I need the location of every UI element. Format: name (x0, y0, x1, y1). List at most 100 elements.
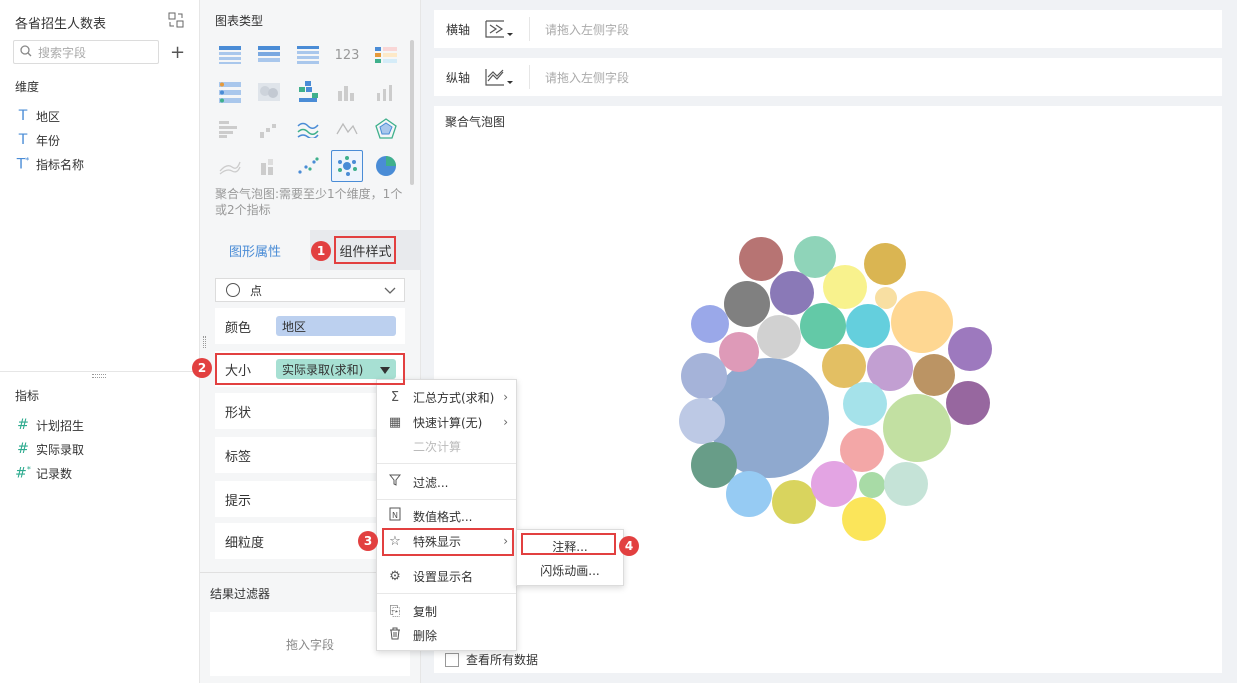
axis-type-icon[interactable] (484, 65, 530, 89)
search-input[interactable]: 搜索字段 (13, 40, 159, 64)
bubble (757, 315, 801, 359)
bubble (681, 353, 727, 399)
bubble (772, 480, 816, 524)
dimension-field-indicator[interactable]: T* 指标名称 (12, 152, 192, 176)
bubble (823, 265, 867, 309)
table-chart-icon[interactable] (214, 39, 246, 71)
mark-type-select[interactable]: 点 (215, 278, 405, 302)
bubble (884, 462, 928, 506)
heat-map-icon[interactable] (292, 76, 324, 108)
metric-field-count[interactable]: #* 记录数 (12, 461, 192, 485)
map-chart-icon[interactable] (253, 76, 285, 108)
menu-item-display-name[interactable]: ⚙ 设置显示名 (377, 564, 516, 588)
view-all-data-checkbox[interactable]: 查看所有数据 (445, 651, 538, 668)
resize-handle[interactable] (92, 374, 106, 378)
color-property[interactable]: 颜色 地区 (215, 308, 405, 344)
number-format-icon: N (377, 507, 413, 525)
switch-dataset-icon[interactable] (168, 12, 184, 28)
x-axis-shelf[interactable]: 横轴 请拖入左侧字段 (434, 10, 1222, 48)
menu-item-filter[interactable]: 过滤... (377, 470, 516, 494)
menu-item-copy[interactable]: ⎘ 复制 (377, 599, 516, 623)
bar-chart-icon[interactable] (370, 76, 402, 108)
menu-item-delete[interactable]: 删除 (377, 623, 516, 647)
checkbox-icon[interactable] (445, 652, 459, 667)
menu-separator (377, 593, 516, 594)
sigma-icon: Σ (390, 389, 400, 405)
search-placeholder: 搜索字段 (38, 45, 87, 60)
dimension-field-region[interactable]: T 地区 (12, 104, 192, 128)
step-badge-2: 2 (192, 358, 212, 378)
copy-icon: ⎘ (389, 603, 401, 619)
area-chart-icon[interactable] (214, 150, 246, 182)
metric-field-actual[interactable]: # 实际录取 (12, 437, 192, 461)
menu-item-number-format[interactable]: N 数值格式... (377, 504, 516, 528)
highlight-component-style (334, 236, 396, 264)
pie-chart-icon[interactable] (370, 150, 402, 182)
bubble (811, 461, 857, 507)
result-filter-label: 结果过滤器 (210, 587, 271, 601)
calculated-text-type-icon: T* (16, 155, 30, 173)
step-badge-1: 1 (311, 241, 331, 261)
aggregate-bubble-icon[interactable] (331, 150, 363, 182)
metric-field-planned[interactable]: # 计划招生 (12, 413, 192, 437)
grouped-bar-icon[interactable] (331, 76, 363, 108)
bubble (726, 471, 772, 517)
dimension-field-year[interactable]: T 年份 (12, 128, 192, 152)
field-panel: 各省招生人数表 搜索字段 + 维度 T 地区 T 年份 T* 指标名称 指标 # 计划招… (0, 0, 200, 683)
kpi-card-icon[interactable] (370, 39, 402, 71)
number-type-icon: # (17, 417, 29, 433)
tab-graph-properties[interactable]: 图形属性 (200, 230, 310, 270)
bubble (946, 381, 990, 425)
menu-item-secondary-calc[interactable]: 二次计算 (377, 434, 516, 458)
bubble (864, 243, 906, 285)
search-icon (14, 44, 38, 60)
bubble-chart (679, 236, 992, 541)
add-field-icon[interactable]: + (170, 42, 185, 63)
bubble (679, 398, 725, 444)
field-context-menu: Σ 汇总方式(求和) › ▦ 快速计算(无) › 二次计算 过滤... N 数值格式...… (376, 379, 517, 651)
dataset-title: 各省招生人数表 (15, 17, 107, 32)
bubble (875, 287, 897, 309)
gear-icon: ⚙ (389, 568, 401, 584)
drag-handle[interactable] (203, 336, 206, 348)
filter-icon (377, 474, 413, 490)
number-type-icon: # (17, 441, 29, 457)
menu-separator (377, 499, 516, 500)
bubble (891, 291, 953, 353)
axis-type-icon[interactable] (484, 17, 530, 41)
cross-table-icon[interactable] (253, 39, 285, 71)
trash-icon (377, 627, 413, 644)
bubble (800, 303, 846, 349)
scatter-chart-icon[interactable] (292, 150, 324, 182)
chevron-right-icon: › (503, 415, 508, 429)
bubble (913, 354, 955, 396)
y-axis-shelf[interactable]: 纵轴 请拖入左侧字段 (434, 58, 1222, 96)
chart-type-scrollbar[interactable] (410, 40, 414, 185)
mark-type-value: 点 (250, 283, 263, 298)
radar-line-icon[interactable] (331, 113, 363, 145)
dimensions-header: 维度 (15, 80, 40, 94)
metrics-header: 指标 (15, 389, 40, 403)
radar-chart-icon[interactable] (370, 113, 402, 145)
bubble (883, 394, 951, 462)
menu-item-aggregation[interactable]: Σ 汇总方式(求和) › (377, 385, 516, 409)
y-axis-label: 纵轴 (446, 70, 471, 85)
bubble (846, 304, 890, 348)
bubble (948, 327, 992, 371)
indicator-card-icon[interactable] (214, 76, 246, 108)
color-field-pill[interactable]: 地区 (276, 316, 396, 336)
chart-type-label: 图表类型 (215, 14, 264, 28)
chart-requirement-hint: 聚合气泡图:需要至少1个维度，1个或2个指标 (215, 187, 403, 217)
stacked-bar-icon[interactable] (253, 150, 285, 182)
step-badge-3: 3 (358, 531, 378, 551)
horizontal-bar-icon[interactable] (214, 113, 246, 145)
menu-item-quick-calc[interactable]: ▦ 快速计算(无) › (377, 410, 516, 434)
detail-table-icon[interactable] (292, 39, 324, 71)
kpi-number-icon[interactable]: 123 (331, 39, 363, 71)
bubble (739, 237, 783, 281)
waterfall-icon[interactable] (253, 113, 285, 145)
line-chart-icon[interactable] (292, 113, 324, 145)
panel-divider (0, 371, 200, 372)
submenu-item-flash-animation[interactable]: 闪烁动画... (517, 558, 623, 582)
bubble (691, 305, 729, 343)
